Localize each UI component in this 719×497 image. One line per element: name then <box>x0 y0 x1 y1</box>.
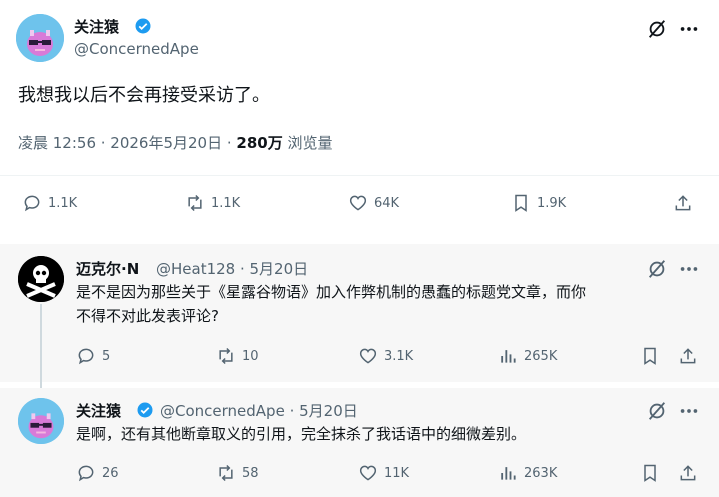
more-options-icon[interactable] <box>678 400 700 422</box>
reply-icon <box>78 348 94 365</box>
skull-icon <box>18 256 64 302</box>
bookmark-icon <box>515 194 527 212</box>
author-name[interactable]: 迈克尔·N <box>76 258 139 279</box>
reply-count: 1.1K <box>48 195 78 211</box>
verified-badge-icon <box>137 402 153 418</box>
repost-count: 10 <box>242 348 259 364</box>
more-options-icon[interactable] <box>678 258 700 280</box>
bookmark-icon[interactable] <box>640 346 660 366</box>
avatar[interactable] <box>18 398 64 444</box>
reply-icon <box>78 465 94 482</box>
share-icon[interactable] <box>678 346 698 366</box>
like-count: 3.1K <box>384 348 414 364</box>
avatar[interactable] <box>18 256 64 302</box>
like-button[interactable]: 64K <box>348 193 399 213</box>
repost-count: 1.1K <box>211 195 241 211</box>
view-label: 浏览量 <box>282 134 333 152</box>
view-count: 265K <box>524 348 558 364</box>
post-time[interactable]: 凌晨 12:56 · 2026年5月20日 · <box>18 134 236 152</box>
like-button[interactable]: 3.1K <box>358 346 413 366</box>
main-post: 关注猿 @ConcernedApe 我想我以后不会再接受采访了。 凌晨 12:5… <box>0 0 719 238</box>
repost-button[interactable]: 58 <box>216 463 259 483</box>
heart-icon <box>349 195 367 211</box>
author-handle[interactable]: @Heat128 · 5月20日 <box>156 258 308 279</box>
grok-icon[interactable] <box>646 18 668 40</box>
repost-button[interactable]: 10 <box>216 346 259 366</box>
author-name[interactable]: 关注猿 <box>74 16 119 37</box>
divider <box>0 175 719 176</box>
thread-line <box>40 304 42 388</box>
more-options-icon[interactable] <box>678 18 700 40</box>
repost-icon <box>219 464 233 482</box>
view-count: 263K <box>524 465 558 481</box>
grok-icon[interactable] <box>646 258 668 280</box>
like-count: 11K <box>384 465 410 481</box>
repost-icon <box>188 194 202 212</box>
heart-icon <box>359 348 377 364</box>
share-button[interactable] <box>673 193 693 213</box>
reply-count: 26 <box>102 465 119 481</box>
author-handle[interactable]: @ConcernedApe · 5月20日 <box>160 400 358 421</box>
share-icon[interactable] <box>678 463 698 483</box>
post-timestamp: 凌晨 12:56 · 2026年5月20日 · 280万 浏览量 <box>18 132 333 153</box>
bookmark-icon[interactable] <box>640 463 660 483</box>
post-text: 我想我以后不会再接受采访了。 <box>18 85 270 106</box>
reply-text: 是啊，还有其他断章取义的引用，完全抹杀了我话语中的细微差别。 <box>76 425 527 443</box>
reply-text-line-1: 是不是因为那些关于《星露谷物语》加入作弊机制的愚蠢的标题党文章，而你 <box>76 283 587 301</box>
ape-avatar-icon <box>18 398 64 444</box>
repost-button[interactable]: 1.1K <box>185 193 240 213</box>
reply-button[interactable]: 26 <box>76 463 119 483</box>
analytics-icon <box>501 467 516 480</box>
views-button[interactable]: 263K <box>498 463 557 483</box>
heart-icon <box>359 465 377 481</box>
reply-button[interactable]: 5 <box>76 346 110 366</box>
share-icon <box>675 195 691 211</box>
bookmark-button[interactable]: 1.9K <box>511 193 566 213</box>
views-button[interactable]: 265K <box>498 346 557 366</box>
author-name[interactable]: 关注猿 <box>76 400 121 421</box>
verified-badge-icon <box>135 18 151 34</box>
reply-icon <box>24 195 40 212</box>
grok-icon[interactable] <box>646 400 668 422</box>
view-count: 280万 <box>236 134 283 152</box>
reply-post[interactable]: 迈克尔·N @Heat128 · 5月20日 是不是因为那些关于《星露谷物语》加… <box>0 244 719 388</box>
repost-count: 58 <box>242 465 259 481</box>
avatar[interactable] <box>16 14 64 62</box>
like-button[interactable]: 11K <box>358 463 409 483</box>
bookmark-count: 1.9K <box>537 195 567 211</box>
like-count: 64K <box>374 195 400 211</box>
reply-button[interactable]: 1.1K <box>22 193 77 213</box>
reply-post[interactable]: 关注猿 @ConcernedApe · 5月20日 是啊，还有其他断章取义的引用… <box>0 388 719 497</box>
author-handle[interactable]: @ConcernedApe <box>74 40 199 58</box>
reply-count: 5 <box>102 348 111 364</box>
analytics-icon <box>501 350 516 363</box>
reply-text-line-2: 不得不对此发表评论? <box>76 307 219 325</box>
ape-avatar-icon <box>16 14 64 62</box>
repost-icon <box>219 347 233 365</box>
